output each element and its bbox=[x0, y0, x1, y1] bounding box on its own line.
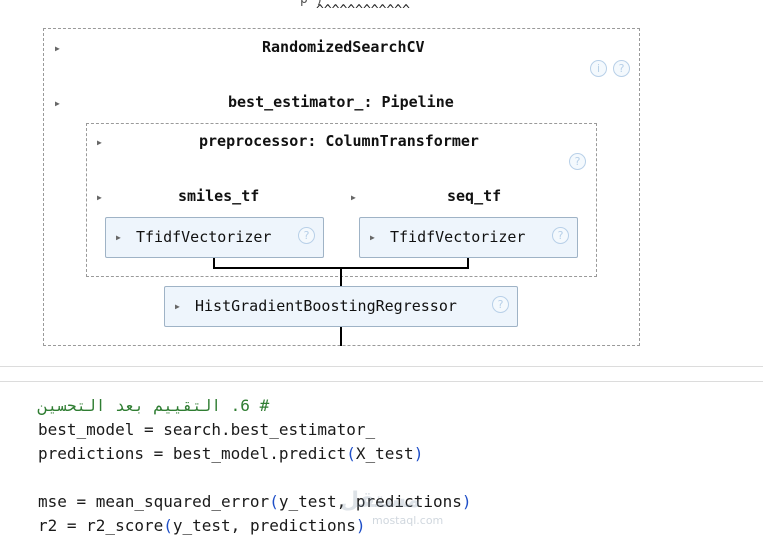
expand-preprocessor-toggle-icon[interactable]: ▶ bbox=[97, 138, 102, 147]
estimator-box-seq-tf[interactable]: ▶ TfidfVectorizer ? bbox=[359, 217, 578, 258]
expand-smiles-tf-toggle-icon[interactable]: ▶ bbox=[97, 193, 102, 202]
estimator-help-icon[interactable]: ? bbox=[552, 227, 569, 244]
code-token: y_test, predictions bbox=[172, 516, 356, 535]
code-token: ) bbox=[413, 444, 424, 463]
code-line[interactable]: best_model = search.best_estimator_ bbox=[38, 418, 375, 442]
estimator-label: TfidfVectorizer bbox=[136, 228, 272, 246]
code-token: X_test bbox=[355, 444, 414, 463]
expand-best-estimator-toggle-icon[interactable]: ▶ bbox=[55, 99, 60, 108]
estimator-box-regressor[interactable]: ▶ HistGradientBoostingRegressor ? bbox=[164, 286, 518, 327]
cell-separator bbox=[0, 381, 763, 382]
connector-line bbox=[340, 326, 342, 346]
code-token: ( bbox=[269, 492, 279, 511]
code-token: mse = mean_squared_error bbox=[38, 492, 270, 511]
estimator-help-icon[interactable]: ? bbox=[492, 296, 509, 313]
expand-estimator-icon[interactable]: ▶ bbox=[175, 302, 180, 311]
cell-separator bbox=[0, 366, 763, 367]
info-icon[interactable]: i bbox=[590, 60, 607, 77]
code-token: ( bbox=[346, 444, 356, 463]
watermark-url: mostaql.com bbox=[372, 514, 444, 527]
preprocessor-title[interactable]: preprocessor: ColumnTransformer bbox=[199, 132, 479, 150]
code-comment[interactable]: # 6. التقييم بعد التحسين bbox=[38, 394, 269, 418]
code-token: r2 = r2_score bbox=[38, 516, 164, 535]
branch-title-seq-tf[interactable]: seq_tf bbox=[447, 187, 501, 205]
estimator-help-icon[interactable]: ? bbox=[298, 227, 315, 244]
code-token: ( bbox=[163, 516, 173, 535]
code-token: ) bbox=[355, 516, 366, 535]
estimator-label: TfidfVectorizer bbox=[390, 228, 526, 246]
expand-estimator-icon[interactable]: ▶ bbox=[370, 233, 375, 242]
help-icon[interactable]: ? bbox=[613, 60, 630, 77]
best-estimator-title[interactable]: best_estimator_: Pipeline bbox=[228, 93, 454, 111]
estimator-box-smiles-tf[interactable]: ▶ TfidfVectorizer ? bbox=[105, 217, 324, 258]
connector-line bbox=[340, 267, 342, 286]
code-line[interactable]: r2 = r2_score(y_test, predictions) bbox=[38, 514, 366, 538]
expand-seq-tf-toggle-icon[interactable]: ▶ bbox=[351, 193, 356, 202]
error-caret-markers: ^^^^^^^^^^^^ bbox=[316, 3, 410, 18]
estimator-label: HistGradientBoostingRegressor bbox=[195, 297, 457, 315]
expand-estimator-icon[interactable]: ▶ bbox=[116, 233, 121, 242]
search-title[interactable]: RandomizedSearchCV bbox=[262, 38, 425, 56]
code-line[interactable]: predictions = best_model.predict(X_test) bbox=[38, 442, 423, 466]
watermark-logo: مستقل bbox=[340, 488, 421, 513]
preprocessor-help-icon[interactable]: ? bbox=[569, 153, 586, 170]
code-token: predictions = best_model.predict bbox=[38, 444, 347, 463]
branch-title-smiles-tf[interactable]: smiles_tf bbox=[178, 187, 259, 205]
code-token: ) bbox=[461, 492, 472, 511]
expand-search-toggle-icon[interactable]: ▶ bbox=[55, 44, 60, 53]
